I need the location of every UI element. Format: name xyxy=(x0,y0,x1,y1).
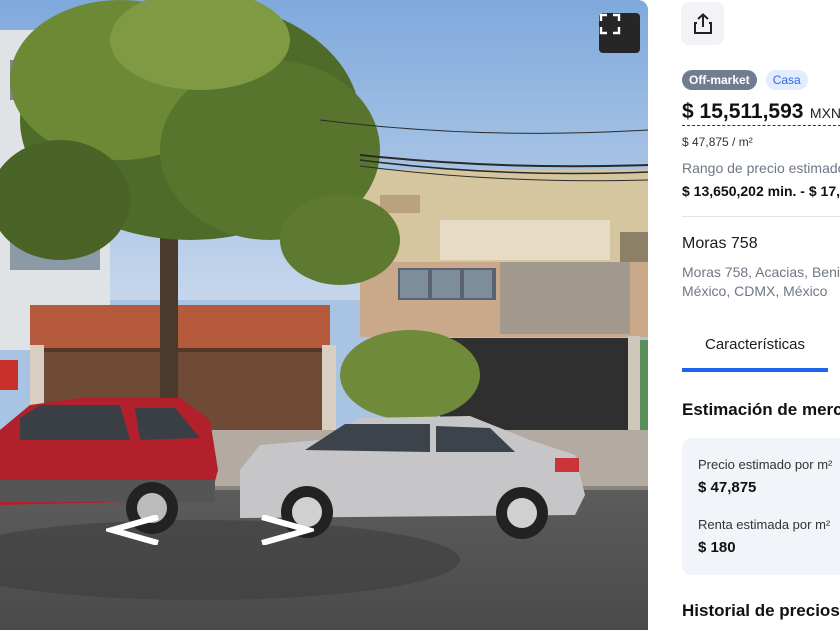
address-line-2: México, CDMX, México xyxy=(682,283,828,299)
price: $ 15,511,593 MXN xyxy=(682,100,840,126)
divider xyxy=(682,216,840,217)
price-range-label: Rango de precio estimado xyxy=(682,160,840,176)
address-title: Moras 758 xyxy=(682,235,758,252)
street-view-photo[interactable] xyxy=(0,0,648,630)
share-button[interactable] xyxy=(681,2,724,45)
price-currency: MXN xyxy=(809,105,840,121)
price-per-m2: $ 47,875 / m² xyxy=(682,135,753,149)
chevron-left-icon[interactable] xyxy=(106,515,162,545)
estimated-rent-label: Renta estimada por m² xyxy=(698,517,831,532)
property-details-panel: Off-market Casa $ 15,511,593 MXN $ 47,87… xyxy=(648,0,840,630)
price-amount: $ 15,511,593 xyxy=(682,100,804,123)
property-type-badge: Casa xyxy=(765,70,808,90)
fullscreen-expand-icon xyxy=(599,13,621,35)
street-scene-image xyxy=(0,0,648,630)
property-badges: Off-market Casa xyxy=(682,70,808,90)
market-estimate-title: Estimación de mercado xyxy=(682,400,840,419)
address-line-1: Moras 758, Acacias, Benito Juárez, Ciuda… xyxy=(682,264,840,280)
status-badge: Off-market xyxy=(682,70,757,90)
chevron-right-icon[interactable] xyxy=(258,515,314,545)
price-range-values: $ 13,650,202 min. - $ 17,372,984 máx. xyxy=(682,183,840,199)
market-estimate-card: Precio estimado por m² $ 47,875 Renta es… xyxy=(682,438,840,575)
estimated-price-value: $ 47,875 xyxy=(698,479,757,496)
address-full: Moras 758, Acacias, Benito Juárez, Ciuda… xyxy=(682,263,840,301)
estimated-rent-value: $ 180 xyxy=(698,539,736,556)
tab-caracteristicas[interactable]: Características xyxy=(682,326,828,372)
estimated-price-label: Precio estimado por m² xyxy=(698,457,833,472)
fullscreen-button[interactable] xyxy=(599,13,640,53)
price-history-title: Historial de precios xyxy=(682,601,840,620)
share-icon xyxy=(693,12,712,34)
